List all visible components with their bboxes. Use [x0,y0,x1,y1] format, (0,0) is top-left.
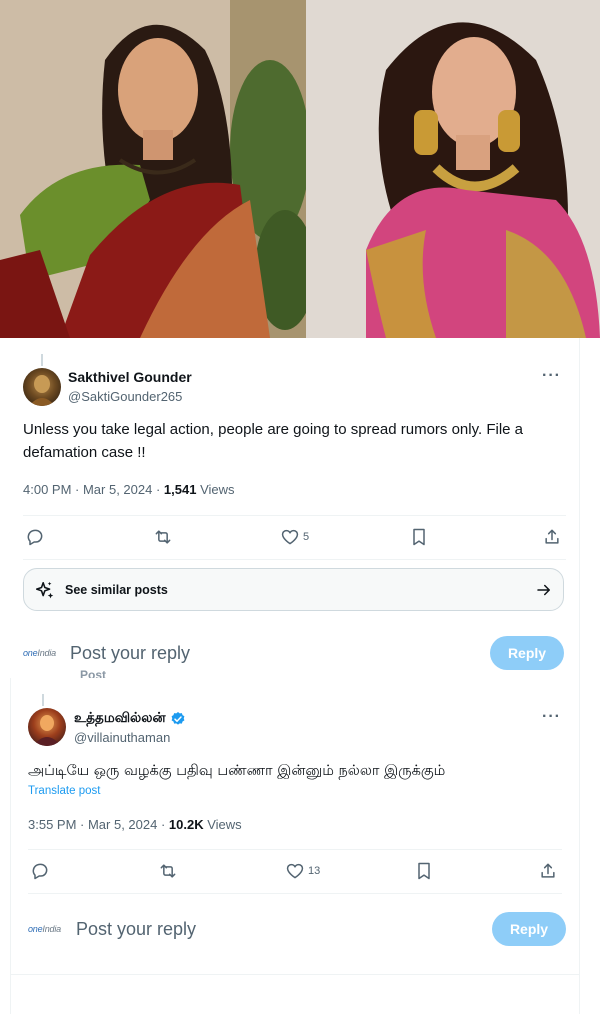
reply-input[interactable]: Post your reply [70,643,190,664]
reply-button[interactable] [25,526,45,548]
action-bar: 5 [23,515,566,559]
tweet-meta: 3:55 PM · Mar 5, 2024 · 10.2K Views [28,817,242,832]
photo-right-illustration [306,0,600,338]
photo-right [306,0,600,338]
avatar-image [29,375,55,406]
translate-post-link[interactable]: Translate post [28,785,100,797]
divider [11,974,579,975]
verified-badge-icon [171,712,184,725]
views-count: 10.2K [168,817,204,832]
photo-left-illustration [0,0,306,338]
reply-submit-button[interactable]: Reply [490,636,564,670]
see-similar-posts-label: See similar posts [65,583,168,597]
ghost-text: Post [80,668,107,678]
share-icon [541,863,555,878]
like-count: 5 [303,531,310,543]
reply-button[interactable] [30,860,50,882]
bookmark-icon [418,862,430,880]
bookmark-button[interactable] [414,860,434,882]
reply-composer: oneIndia Post your reply Reply [28,912,566,948]
repost-button[interactable] [158,860,178,882]
more-icon[interactable]: ··· [542,367,561,385]
share-icon [545,529,559,544]
thread-line [42,694,44,706]
bookmark-button[interactable] [409,526,429,548]
reply-composer: oneIndia Post your reply Reply [23,636,564,672]
avatar-image [33,715,61,746]
sparkle-icon [35,581,54,599]
display-name[interactable]: உத்தமவில்லன் [74,710,166,728]
tweet-text: அப்டியே ஒரு வழக்கு பதிவு பண்ணா இன்னும் ந… [28,763,446,779]
handle[interactable]: @SaktiGounder265 [68,389,182,404]
action-bar: 13 [28,849,562,893]
repost-icon [160,864,176,878]
timestamp[interactable]: 3:55 PM · Mar 5, 2024 · [28,817,169,832]
thread-line [41,354,43,366]
reply-icon [32,863,48,880]
tweet-text: Unless you take legal action, people are… [23,421,524,461]
reply-icon [27,529,43,546]
share-button[interactable] [542,526,562,548]
share-button[interactable] [538,860,558,882]
display-name[interactable]: Sakthivel Gounder [68,369,192,385]
repost-icon [155,530,171,544]
tweet-card-2[interactable]: உத்தமவில்லன் @villainuthaman ··· அப்டியே… [10,678,580,1014]
handle[interactable]: @villainuthaman [74,730,170,745]
like-icon [286,863,304,879]
views-label: Views [203,817,242,832]
divider [23,559,566,560]
tweet-meta: 4:00 PM · Mar 5, 2024 · 1,541 Views [23,482,235,497]
like-count: 13 [308,865,321,877]
oneindia-watermark: oneIndia [23,648,56,658]
like-button[interactable]: 5 [280,526,309,548]
reply-submit-button[interactable]: Reply [492,912,566,946]
oneindia-watermark: oneIndia [28,924,61,934]
brand-india: India [37,648,56,658]
more-icon[interactable]: ··· [542,708,561,726]
photo-left [0,0,306,338]
see-similar-posts-button[interactable]: See similar posts [23,568,564,611]
repost-button[interactable] [153,526,173,548]
brand-india: India [42,924,61,934]
reply-input[interactable]: Post your reply [76,919,196,940]
brand-one: one [28,924,43,934]
bookmark-icon [413,528,425,546]
arrow-right-icon [537,584,550,596]
avatar[interactable] [23,368,61,406]
views-label: Views [196,482,235,497]
brand-one: one [23,648,38,658]
divider [28,893,562,894]
author-name-row[interactable]: உத்தமவில்லன் [74,710,186,728]
author-name-row[interactable]: Sakthivel Gounder [68,369,192,385]
like-button[interactable]: 13 [285,860,320,882]
like-icon [281,529,299,545]
views-count: 1,541 [163,482,197,497]
avatar[interactable] [28,708,66,746]
tweet-card-1[interactable]: Sakthivel Gounder @SaktiGounder265 ··· U… [10,338,580,678]
timestamp[interactable]: 4:00 PM · Mar 5, 2024 · [23,482,164,497]
